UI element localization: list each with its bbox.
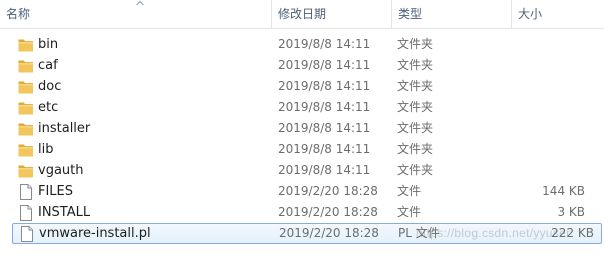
folder-icon — [17, 141, 35, 159]
column-header-type-label: 类型 — [398, 7, 423, 21]
file-name: bin — [38, 37, 59, 52]
file-name: INSTALL — [38, 205, 91, 220]
file-date: 2019/8/8 14:11 — [278, 142, 371, 156]
file-date: 2019/8/8 14:11 — [278, 79, 371, 93]
file-name: installer — [38, 121, 91, 136]
folder-icon — [17, 36, 35, 54]
file-type: 文件 — [397, 184, 422, 198]
folder-icon — [17, 78, 35, 96]
file-name: FILES — [38, 184, 74, 199]
file-name: vgauth — [38, 163, 84, 178]
folder-icon — [17, 120, 35, 138]
file-date: 2019/2/20 18:28 — [278, 184, 378, 198]
file-row[interactable]: lib 2019/8/8 14:11 文件夹 — [0, 139, 604, 160]
file-row[interactable]: doc 2019/8/8 14:11 文件夹 — [0, 76, 604, 97]
file-type: 文件夹 — [397, 37, 434, 51]
column-header-size[interactable]: 大小 — [511, 0, 604, 28]
folder-icon — [17, 57, 35, 75]
file-type: 文件 — [397, 205, 422, 219]
column-header-name-label: 名称 — [6, 7, 31, 21]
file-date: 2019/8/8 14:11 — [278, 163, 371, 177]
file-icon — [18, 225, 36, 243]
file-type: 文件夹 — [397, 121, 434, 135]
file-row[interactable]: installer 2019/8/8 14:11 文件夹 — [0, 118, 604, 139]
file-list: bin 2019/8/8 14:11 文件夹 caf 2019/8/8 14:11 文件夹… — [0, 34, 604, 244]
file-icon — [17, 183, 35, 201]
folder-icon — [17, 99, 35, 117]
column-header-name[interactable]: 名称 — [0, 0, 270, 28]
watermark: https://blog.csdn.net/yyuser — [416, 226, 571, 240]
column-header-size-label: 大小 — [518, 7, 543, 21]
file-date: 2019/2/20 18:28 — [278, 205, 378, 219]
file-type: 文件夹 — [397, 100, 434, 114]
file-type: 文件夹 — [397, 79, 434, 93]
file-name: lib — [38, 142, 54, 157]
file-date: 2019/8/8 14:11 — [278, 100, 371, 114]
file-name: etc — [38, 100, 59, 115]
file-date: 2019/2/20 18:28 — [279, 226, 379, 240]
file-row[interactable]: etc 2019/8/8 14:11 文件夹 — [0, 97, 604, 118]
column-header: 名称 修改日期 类型 大小 — [0, 0, 604, 29]
file-date: 2019/8/8 14:11 — [278, 121, 371, 135]
file-row[interactable]: INSTALL 2019/2/20 18:28 文件 3 KB — [0, 202, 604, 223]
file-icon — [17, 204, 35, 222]
file-date: 2019/8/8 14:11 — [278, 58, 371, 72]
file-name: doc — [38, 79, 62, 94]
file-date: 2019/8/8 14:11 — [278, 37, 371, 51]
file-row[interactable]: FILES 2019/2/20 18:28 文件 144 KB — [0, 181, 604, 202]
file-name: caf — [38, 58, 58, 73]
file-row[interactable]: bin 2019/8/8 14:11 文件夹 — [0, 34, 604, 55]
file-type: 文件夹 — [397, 58, 434, 72]
file-type: 文件夹 — [397, 142, 434, 156]
file-size: 144 KB — [542, 184, 585, 198]
file-name: vmware-install.pl — [39, 226, 151, 241]
file-size: 3 KB — [557, 205, 585, 219]
file-row[interactable]: caf 2019/8/8 14:11 文件夹 — [0, 55, 604, 76]
column-header-date-label: 修改日期 — [278, 7, 327, 21]
file-row[interactable]: vgauth 2019/8/8 14:11 文件夹 — [0, 160, 604, 181]
sort-ascending-icon — [136, 0, 144, 6]
folder-icon — [17, 162, 35, 180]
column-header-date[interactable]: 修改日期 — [271, 0, 390, 28]
file-type: 文件夹 — [397, 163, 434, 177]
column-header-type[interactable]: 类型 — [391, 0, 510, 28]
